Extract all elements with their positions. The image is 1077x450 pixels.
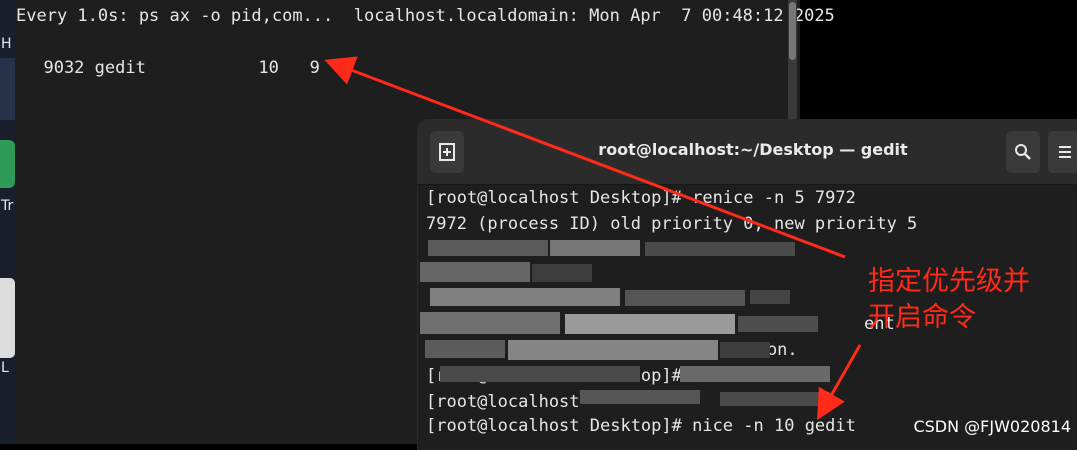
annotation-line-2: 开启命令 [868,302,976,333]
csdn-watermark: CSDN @FJW020814 [913,417,1071,436]
arrow-to-nice-command [817,344,862,421]
annotation-label: 指定优先级并 开启命令 [868,264,1030,336]
annotation-arrows [324,56,862,421]
annotation-line-1: 指定优先级并 [868,266,1030,297]
arrow-to-watch-row [324,56,846,259]
